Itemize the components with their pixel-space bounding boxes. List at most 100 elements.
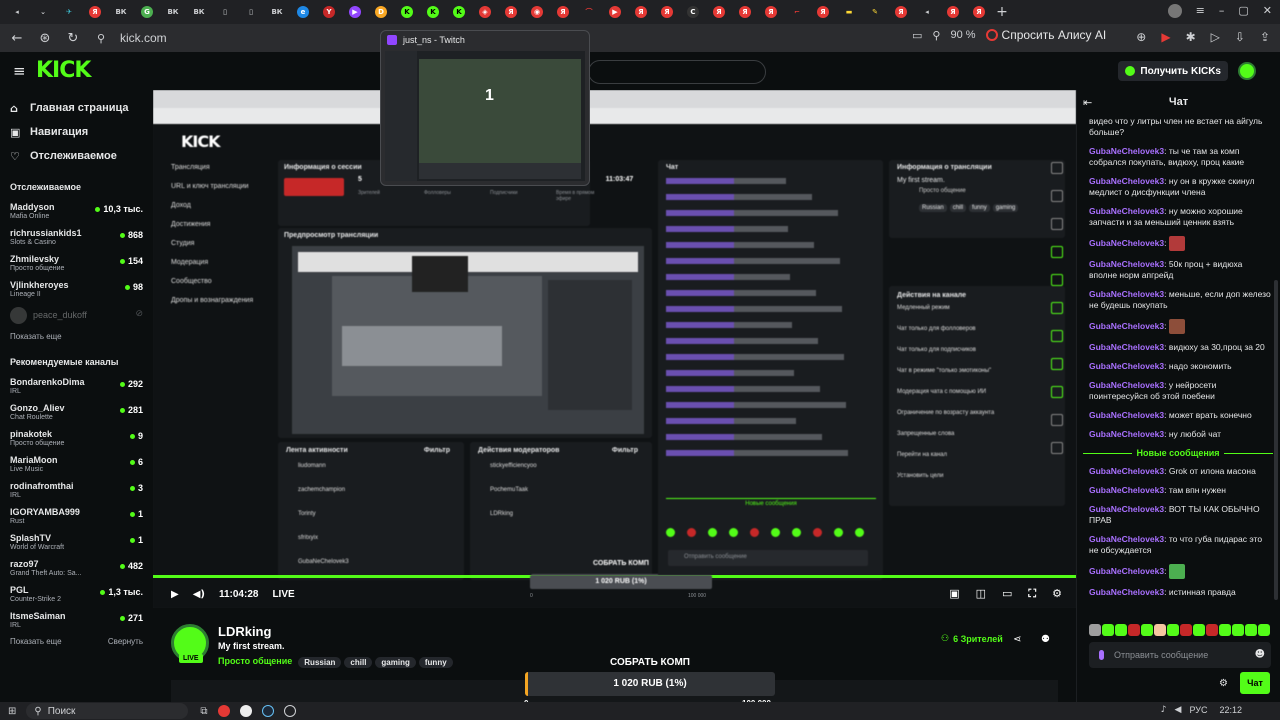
share-icon[interactable]: ⇪ <box>1260 30 1270 44</box>
emote-icon[interactable] <box>1245 624 1257 636</box>
chat-username[interactable]: GubaNeChelovek3 <box>1089 342 1164 352</box>
stream-tag[interactable]: gaming <box>375 657 416 668</box>
chat-username[interactable]: GubaNeChelovek3 <box>1089 238 1164 248</box>
browser-tab[interactable]: Я <box>966 0 992 24</box>
yandex-taskbar-icon[interactable] <box>217 705 230 717</box>
browser-tab[interactable]: Я <box>654 0 680 24</box>
emote-icon[interactable] <box>1219 624 1231 636</box>
chat-settings-icon[interactable]: ⚙ <box>1219 678 1228 689</box>
browser-tab[interactable]: Я <box>498 0 524 24</box>
channel-item[interactable]: ItsmeSaiman IRL 271 <box>10 607 153 633</box>
browser-tab[interactable]: D <box>368 0 394 24</box>
emote-icon[interactable] <box>1089 624 1101 636</box>
emote-icon[interactable] <box>1141 624 1153 636</box>
channel-item[interactable]: Vjlinkheroyes Lineage II 98 <box>10 276 153 302</box>
stream-tag[interactable]: chill <box>344 657 373 668</box>
zoom-level[interactable]: 90 % <box>950 29 975 41</box>
emote-icon[interactable] <box>1180 624 1192 636</box>
reload-icon[interactable]: ↻ <box>64 29 82 47</box>
bookmark-icon[interactable]: ▭ <box>912 29 922 42</box>
mic-tray-icon[interactable]: ♪ <box>1161 705 1167 715</box>
channel-item[interactable]: razo97 Grand Theft Auto: Sa... 482 <box>10 555 153 581</box>
browser-tab[interactable]: K <box>394 0 420 24</box>
browser-tab[interactable]: e <box>290 0 316 24</box>
url-text[interactable]: kick.com <box>120 31 167 45</box>
browser-tab[interactable]: ⌄ <box>30 0 56 24</box>
browser-tab[interactable]: ◉ <box>524 0 550 24</box>
browser-tab[interactable]: ВК <box>264 0 290 24</box>
channel-item[interactable]: MariaMoon Live Music 6 <box>10 451 153 477</box>
theater-icon[interactable]: ▭ <box>1002 587 1012 601</box>
browser-tab[interactable]: ◂ <box>4 0 30 24</box>
browser-tab[interactable]: ВК <box>186 0 212 24</box>
emote-icon[interactable] <box>1167 624 1179 636</box>
chat-username[interactable]: GubaNeChelovek3 <box>1089 534 1164 544</box>
browser-tab[interactable]: Я <box>82 0 108 24</box>
browser-tab[interactable]: ▯ <box>212 0 238 24</box>
chat-username[interactable]: GubaNeChelovek3 <box>1089 206 1164 216</box>
settings-icon[interactable]: ⚙ <box>1052 587 1062 601</box>
fullscreen-icon[interactable]: ⛶ <box>1028 587 1036 601</box>
taskbar-search[interactable]: ⚲ Поиск <box>26 703 189 719</box>
mic-icon[interactable] <box>1099 650 1104 660</box>
channel-item[interactable]: Zhmilevsky Просто общение 154 <box>10 250 153 276</box>
browser-tab[interactable]: ⌒ <box>576 0 602 24</box>
browser-tab[interactable]: Я <box>550 0 576 24</box>
browser-tab[interactable]: ✈ <box>56 0 82 24</box>
extensions-icon[interactable]: ✱ <box>1186 30 1196 44</box>
media-icon[interactable]: ▷ <box>1211 30 1220 44</box>
chat-username[interactable]: GubaNeChelovek3 <box>1089 289 1164 299</box>
streamer-name[interactable]: LDRking <box>218 624 271 639</box>
channel-item[interactable]: IGORYAMBA999 Rust 1 <box>10 503 153 529</box>
channel-item[interactable]: pinakotek Просто общение 9 <box>10 425 153 451</box>
chat-send-button[interactable]: Чат <box>1240 672 1270 694</box>
chat-username[interactable]: GubaNeChelovek3 <box>1089 429 1164 439</box>
profile-icon[interactable] <box>1167 4 1182 18</box>
emoji-icon[interactable]: ☻ <box>1255 649 1265 660</box>
stream-tag[interactable]: Russian <box>298 657 342 668</box>
browser-tab[interactable]: ✎ <box>862 0 888 24</box>
alice-button[interactable]: Спросить Алису AI <box>985 28 1106 42</box>
show-more-link[interactable]: Показать еще <box>10 332 153 341</box>
chat-username[interactable]: GubaNeChelovek3 <box>1089 259 1164 269</box>
chat-username[interactable]: GubaNeChelovek3 <box>1089 176 1164 186</box>
play-icon[interactable]: ▶ <box>171 589 179 600</box>
language-indicator[interactable]: РУС <box>1189 705 1207 715</box>
chat-input[interactable]: Отправить сообщение ☻ <box>1089 642 1271 668</box>
globe-icon[interactable]: ⊕ <box>1136 30 1146 44</box>
browser-tab[interactable]: Я <box>940 0 966 24</box>
chat-username[interactable]: GubaNeChelovek3 <box>1089 321 1164 331</box>
chat-username[interactable]: GubaNeChelovek3 <box>1089 466 1164 476</box>
browser-tab[interactable]: K <box>420 0 446 24</box>
stream-category[interactable]: Просто общение <box>218 656 292 666</box>
close-icon[interactable]: ✕ <box>1263 4 1272 18</box>
minimize-icon[interactable]: – <box>1219 4 1225 18</box>
avatar[interactable] <box>1238 62 1256 80</box>
kick-logo[interactable]: KICK <box>36 58 91 83</box>
browser-tab[interactable]: ▶ <box>342 0 368 24</box>
windows-icon[interactable]: ⊞ <box>8 706 16 717</box>
sidebar-nav-item[interactable]: ▣ Навигация <box>10 120 153 144</box>
maximize-icon[interactable]: ▢ <box>1238 4 1248 18</box>
chat-scrollbar[interactable] <box>1274 280 1278 600</box>
user-menu-icon[interactable]: ⚉ <box>1041 634 1050 645</box>
channel-item[interactable]: Gonzo_Aliev Chat Roulette 281 <box>10 399 153 425</box>
back-arrow-icon[interactable]: ← <box>8 29 26 47</box>
browser-tab[interactable]: Я <box>732 0 758 24</box>
sidebar-nav-item[interactable]: ⌂ Главная страница <box>10 96 153 120</box>
chat-username[interactable]: GubaNeChelovek3 <box>1089 361 1164 371</box>
get-kicks-button[interactable]: Получить KICKs <box>1118 61 1228 81</box>
pip-icon[interactable]: ▣ <box>949 587 959 601</box>
browser-tab[interactable]: ▬ <box>836 0 862 24</box>
browser-tab[interactable]: ▯ <box>238 0 264 24</box>
browser-tab[interactable]: Я <box>706 0 732 24</box>
channel-item[interactable]: PGL Counter-Strike 2 1,3 тыс. <box>10 581 153 607</box>
browser-tab[interactable]: ◂ <box>914 0 940 24</box>
menu-icon[interactable]: ≡ <box>1196 4 1205 18</box>
browser-tab[interactable]: Y <box>316 0 342 24</box>
emote-icon[interactable] <box>1154 624 1166 636</box>
downloads-icon[interactable]: ⇩ <box>1235 30 1245 44</box>
browser-tab[interactable]: ▶ <box>602 0 628 24</box>
speaker-icon[interactable]: ◀ <box>1175 705 1182 715</box>
browser-tab[interactable]: ВК <box>160 0 186 24</box>
